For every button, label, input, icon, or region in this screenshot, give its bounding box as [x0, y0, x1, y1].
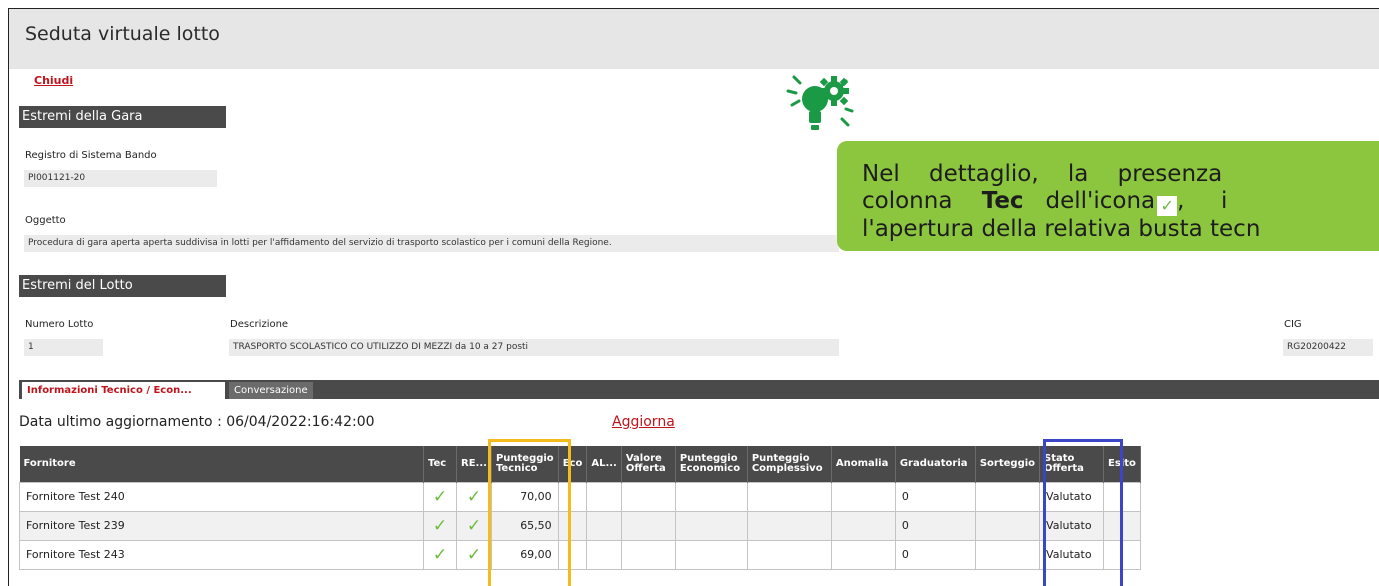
cell-stato-offerta: Valutato [1039, 539, 1105, 570]
tec-check-icon[interactable]: ✓ [423, 539, 457, 570]
cell-punteggio-economico [674, 510, 748, 541]
callout-line-2: colonna Tec dell'icona ✓, i [862, 188, 1228, 216]
cell-stato-offerta: Valutato [1039, 481, 1105, 512]
cell-stato-offerta: Valutato [1039, 510, 1105, 541]
cell-esito [1103, 510, 1141, 541]
callout-tec: Tec [981, 188, 1024, 214]
cell-punteggio-complessivo [746, 539, 832, 570]
numero-lotto-field: 1 [24, 339, 103, 356]
cig-field: RG20200422 [1283, 339, 1373, 356]
tab-informazioni-tecnico-economiche[interactable]: Informazioni Tecnico / Econ... [22, 382, 225, 399]
tec-check-icon[interactable]: ✓ [423, 510, 457, 541]
lightbulb-gear-icon [786, 75, 854, 130]
cell-al [586, 510, 622, 541]
col-fornitore[interactable]: Fornitore [19, 446, 424, 482]
cell-anomalia [830, 539, 896, 570]
cell-fornitore[interactable]: Fornitore Test 240 [19, 481, 424, 512]
cell-punteggio-complessivo [746, 481, 832, 512]
gara-section-header: Estremi della Gara [19, 106, 226, 128]
cell-punteggio-tecnico: 65,50 [490, 510, 559, 541]
cell-punteggio-complessivo [746, 510, 832, 541]
title-bar: Seduta virtuale lotto [9, 9, 1379, 69]
cell-graduatoria: 0 [894, 510, 976, 541]
cell-sorteggio [974, 539, 1041, 570]
cell-eco [557, 481, 588, 512]
last-update-text: Data ultimo aggiornamento : 06/04/2022:1… [19, 414, 375, 430]
registro-field: PI001121-20 [24, 170, 217, 187]
descrizione-label: Descrizione [230, 319, 289, 330]
callout-line-3: l'apertura della relativa busta tecn [862, 216, 1261, 242]
col-re[interactable]: RE... [456, 446, 492, 482]
cell-graduatoria: 0 [894, 481, 976, 512]
callout-icona: dell'icona [1045, 188, 1156, 214]
numero-lotto-label: Numero Lotto [25, 319, 94, 330]
cell-esito [1103, 481, 1141, 512]
cell-punteggio-economico [674, 539, 748, 570]
lotto-section-header: Estremi del Lotto [19, 275, 226, 297]
col-tec[interactable]: Tec [423, 446, 457, 482]
col-esito[interactable]: Esito [1103, 446, 1141, 482]
callout-trailing: i [1221, 188, 1228, 214]
close-link[interactable]: Chiudi [34, 74, 73, 87]
cell-punteggio-tecnico: 70,00 [490, 481, 559, 512]
oggetto-label: Oggetto [25, 215, 66, 226]
cell-punteggio-economico [674, 481, 748, 512]
cell-sorteggio [974, 481, 1041, 512]
table-row[interactable]: Fornitore Test 243 ✓ ✓ 69,00 0 Valutato [19, 539, 1141, 570]
cell-fornitore[interactable]: Fornitore Test 243 [19, 539, 424, 570]
descrizione-field: TRASPORTO SCOLASTICO CO UTILIZZO DI MEZZ… [229, 339, 839, 356]
check-icon: ✓ [1157, 196, 1178, 216]
col-al[interactable]: AL... [586, 446, 622, 482]
col-sorteggio[interactable]: Sorteggio [975, 446, 1041, 482]
page-title: Seduta virtuale lotto [25, 23, 220, 45]
col-valore-offerta[interactable]: Valore Offerta [621, 446, 676, 482]
callout-line-1: Nel dettaglio, la presenza [862, 161, 1223, 187]
cell-al [586, 539, 622, 570]
col-graduatoria[interactable]: Graduatoria [895, 446, 976, 482]
registro-label: Registro di Sistema Bando [25, 150, 157, 161]
cell-valore-offerta [620, 481, 676, 512]
table-header-row: Fornitore Tec RE... Punteggio Tecnico Ec… [19, 446, 1141, 482]
offers-table: Fornitore Tec RE... Punteggio Tecnico Ec… [19, 446, 1141, 570]
cell-esito [1103, 539, 1141, 570]
col-stato-offerta[interactable]: Stato Offerta [1039, 446, 1105, 482]
cell-eco [557, 510, 588, 541]
cell-graduatoria: 0 [894, 539, 976, 570]
cig-label: CIG [1284, 319, 1302, 330]
col-punteggio-economico[interactable]: Punteggio Economico [675, 446, 748, 482]
refresh-link[interactable]: Aggiorna [612, 414, 675, 430]
cell-al [586, 481, 622, 512]
cell-anomalia [830, 481, 896, 512]
cell-punteggio-tecnico: 69,00 [490, 539, 559, 570]
info-callout: Nel dettaglio, la presenza colonna Tec d… [837, 141, 1379, 251]
tab-bar: Informazioni Tecnico / Econ... Conversaz… [19, 380, 1379, 399]
callout-colonna: colonna [862, 188, 953, 214]
cell-valore-offerta [620, 539, 676, 570]
table-row[interactable]: Fornitore Test 240 ✓ ✓ 70,00 0 Valutato [19, 481, 1141, 512]
cell-valore-offerta [620, 510, 676, 541]
tab-conversazione[interactable]: Conversazione [229, 382, 313, 399]
re-check-icon[interactable]: ✓ [456, 481, 492, 512]
tec-check-icon[interactable]: ✓ [423, 481, 457, 512]
virtual-session-window: Seduta virtuale lotto Chiudi Estremi del… [8, 8, 1379, 586]
cell-fornitore[interactable]: Fornitore Test 239 [19, 510, 424, 541]
col-punteggio-tecnico[interactable]: Punteggio Tecnico [491, 446, 559, 482]
cell-anomalia [830, 510, 896, 541]
col-anomalia[interactable]: Anomalia [831, 446, 896, 482]
re-check-icon[interactable]: ✓ [456, 510, 492, 541]
col-eco[interactable]: Eco [558, 446, 588, 482]
cell-sorteggio [974, 510, 1041, 541]
oggetto-field: Procedura di gara aperta aperta suddivis… [24, 235, 839, 252]
table-row[interactable]: Fornitore Test 239 ✓ ✓ 65,50 0 Valutato [19, 510, 1141, 541]
cell-eco [557, 539, 588, 570]
re-check-icon[interactable]: ✓ [456, 539, 492, 570]
col-punteggio-complessivo[interactable]: Punteggio Complessivo [747, 446, 832, 482]
